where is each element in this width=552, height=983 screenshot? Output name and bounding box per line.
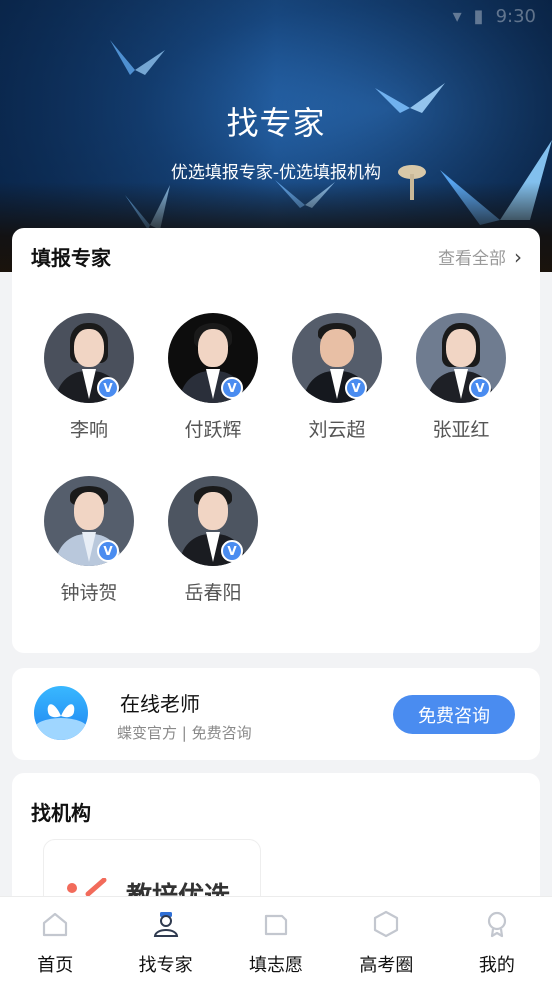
avatar	[44, 476, 134, 566]
expert-name: 李响	[69, 419, 108, 441]
nav-item-application[interactable]: 填志愿	[221, 897, 331, 983]
expert-name: 付跃辉	[184, 419, 242, 441]
free-consult-button[interactable]: 免费咨询	[393, 695, 515, 734]
expert-icon	[153, 912, 178, 937]
expert-name: 岳春阳	[184, 582, 242, 604]
home-icon	[43, 912, 68, 937]
experts-card: 填报专家 查看全部 › V 李响 V 付跃辉 V 刘云超 V 张亚红 V 钟诗贺…	[12, 228, 540, 653]
nav-label: 我的	[478, 955, 515, 976]
institutions-section-title: 找机构	[31, 801, 91, 825]
see-all-link[interactable]: 查看全部 ›	[438, 244, 522, 270]
verified-icon: V	[345, 377, 367, 399]
expert-name: 张亚红	[432, 419, 490, 441]
expert-card[interactable]: V 李响	[34, 313, 144, 442]
nav-label: 找专家	[138, 955, 193, 976]
status-bar: ▾ ▮ 9:30	[0, 0, 552, 40]
expert-card[interactable]: V 刘云超	[282, 313, 392, 442]
online-teacher-card[interactable]: 在线老师 蝶变官方 | 免费咨询 免费咨询	[12, 668, 540, 760]
nav-item-community[interactable]: 高考圈	[331, 897, 441, 983]
avatar	[168, 476, 258, 566]
chevron-right-icon: ›	[514, 244, 522, 269]
page-subtitle: 优选填报专家-优选填报机构	[170, 163, 382, 183]
verified-icon: V	[97, 540, 119, 562]
page-title: 找专家	[226, 104, 326, 142]
avatar	[168, 313, 258, 403]
online-teacher-title: 在线老师	[120, 692, 200, 716]
form-icon	[264, 914, 288, 936]
butterfly-logo-icon	[34, 686, 88, 740]
expert-card[interactable]: V 岳春阳	[158, 476, 268, 605]
nav-label: 填志愿	[249, 955, 304, 976]
avatar	[292, 313, 382, 403]
bottom-nav: 首页 找专家 填志愿 高考圈 我的	[0, 896, 552, 983]
signal-icon: ▮	[473, 6, 484, 27]
expert-name: 刘云超	[308, 419, 366, 441]
avatar	[416, 313, 506, 403]
status-time: 9:30	[495, 6, 536, 27]
verified-icon: V	[221, 377, 243, 399]
hexagon-icon	[374, 910, 399, 938]
expert-card[interactable]: V 张亚红	[406, 313, 516, 442]
expert-card[interactable]: V 钟诗贺	[34, 476, 144, 605]
nav-item-profile[interactable]: 我的	[442, 897, 552, 983]
expert-name: 钟诗贺	[60, 582, 118, 604]
verified-icon: V	[97, 377, 119, 399]
verified-icon: V	[469, 377, 491, 399]
wifi-icon: ▾	[452, 6, 462, 27]
institution-logo-icon	[67, 878, 107, 897]
see-all-label: 查看全部	[438, 249, 506, 269]
online-teacher-subtitle: 蝶变官方 | 免费咨询	[117, 724, 252, 742]
verified-icon: V	[221, 540, 243, 562]
nav-item-home[interactable]: 首页	[0, 897, 110, 983]
nav-label: 高考圈	[359, 955, 414, 976]
expert-card[interactable]: V 付跃辉	[158, 313, 268, 442]
profile-icon	[487, 911, 506, 938]
avatar	[44, 313, 134, 403]
nav-label: 首页	[37, 955, 74, 976]
experts-section-title: 填报专家	[31, 246, 111, 270]
nav-item-experts[interactable]: 找专家	[110, 897, 220, 983]
